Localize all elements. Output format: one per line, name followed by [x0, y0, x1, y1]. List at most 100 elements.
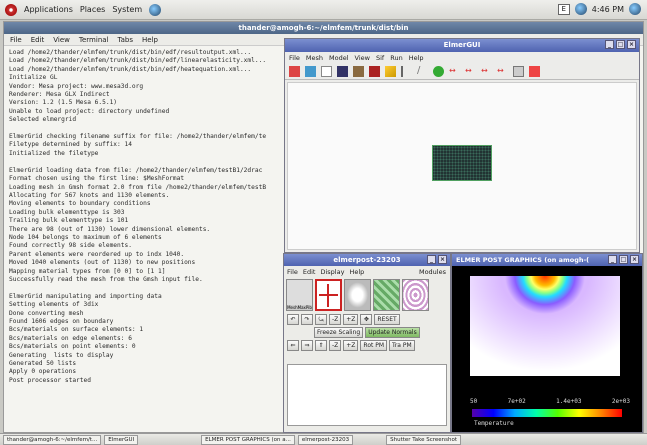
clock[interactable]: 4:46 PM — [592, 5, 624, 14]
task-terminal[interactable]: thander@amogh-6:~/elmfem/t... — [3, 434, 102, 445]
elmergui-menu-sif[interactable]: Sif — [376, 54, 384, 62]
thumb-mesh[interactable]: MeshMaxPib — [286, 279, 313, 311]
save-icon[interactable] — [337, 65, 348, 77]
unify-edge-icon[interactable]: ↔ — [465, 66, 476, 77]
display-mode-thumbnails: MeshMaxPib — [284, 277, 450, 313]
tra-minus-z-button[interactable]: -Z — [329, 340, 342, 351]
menu-applications[interactable]: Applications — [24, 5, 73, 14]
elmergui-menubar: File Mesh Model View Sif Run Help — [285, 52, 639, 63]
maximize-icon[interactable]: □ — [619, 255, 628, 264]
move-icon[interactable]: ✥ — [360, 314, 373, 325]
maximize-icon[interactable]: □ — [616, 40, 625, 49]
graphics-window: ELMER POST GRAPHICS (on amogh-( _ □ × 50… — [451, 253, 643, 433]
terminal-menu-terminal[interactable]: Terminal — [79, 36, 109, 44]
freeze-scaling-button[interactable]: Freeze Scaling — [314, 327, 364, 338]
edit-icon[interactable] — [385, 65, 396, 77]
elmergui-title-bar[interactable]: ElmerGUI _ □ × — [285, 39, 639, 52]
colorbar-label-max: 2e+03 — [611, 398, 630, 405]
terminal-menu-tabs[interactable]: Tabs — [118, 36, 134, 44]
minimize-icon[interactable]: _ — [608, 255, 617, 264]
translate-right-button[interactable]: ⇒ — [301, 340, 313, 351]
terminal-menu-file[interactable]: File — [10, 36, 22, 44]
elmerpost-menu-file[interactable]: File — [287, 268, 298, 276]
terminal-menu-view[interactable]: View — [53, 36, 70, 44]
rot-minus-z-button[interactable]: -Z — [329, 314, 342, 325]
task-screenshot[interactable]: Shutter Take Screenshot — [386, 434, 462, 445]
graphics-window-buttons: _ □ × — [608, 255, 639, 264]
network-icon[interactable] — [574, 3, 587, 15]
rot-pm-button[interactable]: Rot PM — [360, 340, 388, 351]
elmergui-title: ElmerGUI — [443, 41, 481, 49]
elmergui-menu-view[interactable]: View — [355, 54, 370, 62]
open-project-icon[interactable] — [305, 65, 316, 77]
elmergui-toolbar: / ↔ ↔ ↔ ↔ — [285, 63, 639, 80]
rotate-y-button[interactable]: ↷ — [301, 314, 313, 325]
tra-pm-button[interactable]: Tra PM — [389, 340, 415, 351]
temperature-field-plot[interactable] — [470, 276, 620, 376]
pdf-icon[interactable] — [369, 65, 380, 77]
elmerpost-menubar: File Edit Display Help Modules — [284, 266, 450, 277]
elmerpost-menu-edit[interactable]: Edit — [303, 268, 316, 276]
gnome-foot-icon[interactable] — [5, 3, 17, 16]
keyboard-layout-icon[interactable]: E — [557, 3, 570, 15]
thumb-axes[interactable] — [315, 279, 342, 311]
browser-icon[interactable] — [149, 3, 162, 16]
translate-up-button[interactable]: ⇑ — [315, 340, 327, 351]
shutdown-icon[interactable] — [629, 3, 641, 15]
new-file-icon[interactable] — [321, 65, 332, 77]
graphics-title: ELMER POST GRAPHICS (on amogh-( — [456, 256, 590, 264]
task-elmerpost[interactable]: elmerpost-23203 — [297, 434, 354, 445]
elmergui-menu-mesh[interactable]: Mesh — [306, 54, 323, 62]
rotate-x-button[interactable]: ↶ — [287, 314, 299, 325]
divide-surface-icon[interactable]: ↔ — [481, 66, 492, 77]
close-icon[interactable]: × — [630, 255, 639, 264]
elmergui-menu-run[interactable]: Run — [390, 54, 402, 62]
elmergui-menu-help[interactable]: Help — [409, 54, 424, 62]
top-panel: Applications Places System E 4:46 PM — [0, 0, 647, 20]
thumb-contours[interactable] — [402, 279, 429, 311]
close-icon[interactable]: × — [627, 40, 636, 49]
close-icon[interactable]: × — [438, 255, 447, 264]
translate-left-button[interactable]: ⇐ — [287, 340, 299, 351]
elmergui-window-buttons: _ □ × — [605, 40, 636, 49]
thumb-surface[interactable] — [373, 279, 400, 311]
colorbar-name: Temperature — [474, 420, 514, 427]
elmerpost-menu-help[interactable]: Help — [349, 268, 364, 276]
rotation-controls: ↶ ↷ ⤿ -Z +Z ✥ RESET — [284, 313, 450, 326]
task-graphics[interactable]: ELMER POST GRAPHICS (on a... — [201, 434, 295, 445]
command-text-area[interactable] — [287, 364, 447, 426]
generate-mesh-icon[interactable] — [433, 65, 444, 77]
scaling-controls: Freeze Scaling Update Normals — [284, 326, 450, 339]
tra-plus-z-button[interactable]: +Z — [343, 340, 359, 351]
terminal-title-bar[interactable]: thander@amogh-6:~/elmfem/trunk/dist/bin — [4, 22, 643, 34]
terminal-menu-edit[interactable]: Edit — [31, 36, 45, 44]
graphics-title-bar[interactable]: ELMER POST GRAPHICS (on amogh-( _ □ × — [452, 254, 642, 266]
unify-surface-icon[interactable]: ↔ — [497, 66, 508, 77]
save-project-icon[interactable] — [353, 65, 364, 77]
menu-system[interactable]: System — [112, 5, 142, 14]
elmerpost-title-bar[interactable]: elmerpost-23203 _ × — [284, 254, 450, 266]
run-solver-icon[interactable] — [529, 65, 540, 77]
open-mesh-icon[interactable] — [289, 65, 300, 77]
rotate-z-button[interactable]: ⤿ — [315, 314, 327, 325]
reset-button[interactable]: RESET — [374, 314, 400, 325]
elmerpost-title: elmerpost-23203 — [333, 256, 401, 264]
colorbar — [472, 409, 622, 417]
menu-places[interactable]: Places — [80, 5, 105, 14]
update-normals-button[interactable]: Update Normals — [365, 327, 420, 338]
minimize-icon[interactable]: _ — [427, 255, 436, 264]
thumb-sphere[interactable] — [344, 279, 371, 311]
sif-icon[interactable] — [513, 65, 524, 77]
task-elmergui[interactable]: ElmerGUI — [104, 434, 139, 445]
mesh-viewport[interactable] — [287, 82, 637, 250]
elmergui-menu-file[interactable]: File — [289, 54, 300, 62]
elmergui-menu-model[interactable]: Model — [329, 54, 349, 62]
minimize-icon[interactable]: _ — [605, 40, 614, 49]
pencil-icon[interactable]: / — [417, 65, 428, 77]
elmerpost-menu-modules[interactable]: Modules — [419, 268, 446, 276]
elmerpost-menu-display[interactable]: Display — [320, 268, 344, 276]
rot-plus-z-button[interactable]: +Z — [343, 314, 359, 325]
terminal-menu-help[interactable]: Help — [142, 36, 158, 44]
divide-edge-icon[interactable]: ↔ — [449, 66, 460, 77]
mesh-preview[interactable] — [432, 145, 492, 181]
